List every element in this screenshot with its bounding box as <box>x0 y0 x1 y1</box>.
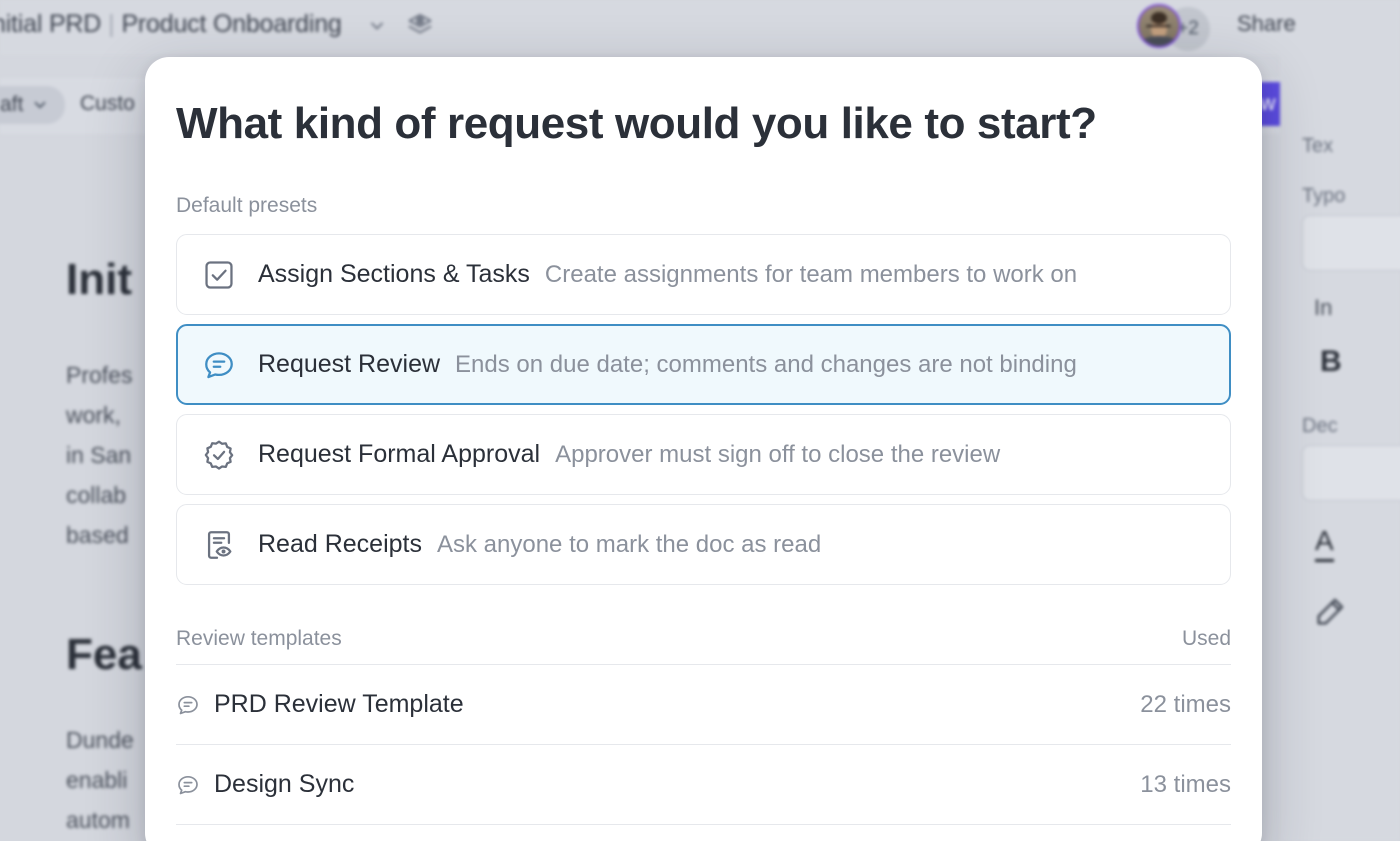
template-left: PRD Review Template <box>176 690 464 719</box>
document-paragraph-2-line: Dunde <box>66 727 134 753</box>
templates-header: Review templates Used <box>176 627 1231 665</box>
chevron-down-icon[interactable] <box>367 16 387 36</box>
document-paragraph-2-line: autom <box>66 807 130 833</box>
document-paragraph-1-line: based <box>66 522 129 548</box>
status-pill-label: aft <box>0 93 24 116</box>
template-row-design-sync[interactable]: Design Sync 13 times <box>176 745 1231 825</box>
sidebar-label-text: Tex <box>1302 135 1334 157</box>
preset-list: Assign Sections & Tasks Create assignmen… <box>176 234 1231 585</box>
avatar-shoulders <box>1141 36 1177 46</box>
preset-description: Ends on due date; comments and changes a… <box>455 350 1077 378</box>
sidebar-label-typography: Typo <box>1302 185 1346 207</box>
templates-used-column-label: Used <box>1181 627 1231 650</box>
preset-option-assign-sections-tasks[interactable]: Assign Sections & Tasks Create assignmen… <box>176 234 1231 315</box>
layers-add-icon[interactable] <box>406 12 434 40</box>
template-used-count: 22 times <box>1140 690 1231 718</box>
sidebar-label-decoration: Dec <box>1302 415 1338 437</box>
comment-lines-icon <box>178 695 198 714</box>
preset-option-request-review[interactable]: Request Review Ends on due date; comment… <box>176 324 1231 405</box>
template-name: PRD Review Template <box>214 690 464 718</box>
comment-lines-icon <box>205 351 233 378</box>
status-pill-draft[interactable]: aft <box>0 86 66 124</box>
document-paragraph-1: Profes work, in San collab based <box>66 355 132 555</box>
preset-description: Approver must sign off to close the revi… <box>555 440 1001 468</box>
document-heading-2: Fea <box>66 630 142 679</box>
review-templates-label: Review templates <box>176 627 342 650</box>
highlighter-pen-icon[interactable] <box>1313 595 1347 629</box>
sidebar-inherit-label: In <box>1314 295 1333 320</box>
document-paragraph-1-line: work, <box>66 402 121 428</box>
template-left: Design Sync <box>176 770 354 799</box>
document-heading-1: Init <box>66 255 132 304</box>
document-title-main: nitial PRD <box>0 10 102 38</box>
chevron-down-icon <box>34 101 46 109</box>
document-subtitle: Product Onboarding <box>121 10 342 38</box>
avatar-glasses <box>1146 25 1171 31</box>
preset-name: Request Formal Approval <box>258 440 541 468</box>
title-separator: | <box>108 10 115 38</box>
right-sidebar-panel: Tex Typo In B Dec A <box>1280 55 1400 841</box>
preset-name: Request Review <box>258 350 441 378</box>
custom-menu-item[interactable]: Custo <box>80 92 135 116</box>
badge-check-icon <box>204 440 234 470</box>
preset-description: Ask anyone to mark the doc as read <box>436 530 822 558</box>
document-title[interactable]: nitial PRD | Product Onboarding <box>0 10 342 39</box>
document-paragraph-1-line: in San <box>66 442 132 468</box>
preset-name: Assign Sections & Tasks <box>258 260 530 288</box>
preset-description: Create assignments for team members to w… <box>544 260 1078 288</box>
document-paragraph-1-line: collab <box>66 482 127 508</box>
preset-option-request-formal-approval[interactable]: Request Formal Approval Approver must si… <box>176 414 1231 495</box>
top-header-bar: nitial PRD | Product Onboarding +2 Share <box>0 0 1400 55</box>
comment-lines-icon <box>178 775 198 794</box>
document-paragraph-2-line: enabli <box>66 767 128 793</box>
template-name: Design Sync <box>214 770 355 798</box>
default-presets-label: Default presets <box>176 194 318 217</box>
sidebar-decoration-select[interactable] <box>1302 445 1400 501</box>
share-button[interactable]: Share <box>1237 11 1296 37</box>
preset-name: Read Receipts <box>258 530 422 558</box>
template-row-prd-review-template[interactable]: PRD Review Template 22 times <box>176 665 1231 745</box>
document-eye-icon <box>207 530 232 559</box>
sidebar-typography-select[interactable] <box>1302 215 1400 271</box>
checkbox-check-icon <box>205 260 233 289</box>
modal-title: What kind of request would you like to s… <box>176 99 1097 148</box>
avatar[interactable] <box>1137 4 1181 48</box>
sidebar-underline-button[interactable]: A <box>1315 525 1334 562</box>
template-used-count: 13 times <box>1140 770 1231 798</box>
document-paragraph-1-line: Profes <box>66 362 133 388</box>
preset-option-read-receipts[interactable]: Read Receipts Ask anyone to mark the doc… <box>176 504 1231 585</box>
sidebar-bold-button[interactable]: B <box>1320 345 1342 379</box>
request-type-modal: What kind of request would you like to s… <box>145 57 1262 841</box>
document-paragraph-2: Dunde enabli autom <box>66 720 134 840</box>
